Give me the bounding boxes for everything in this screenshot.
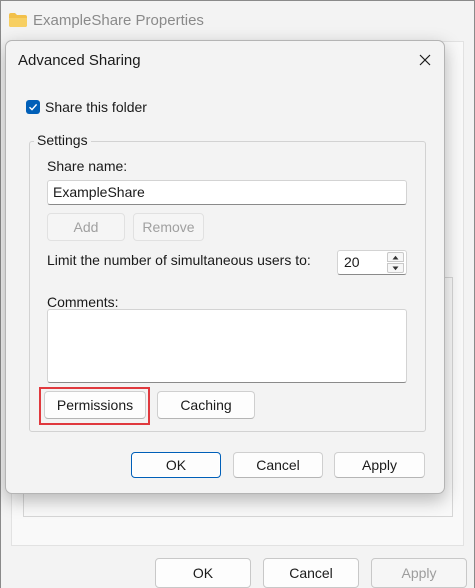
caching-button[interactable]: Caching <box>157 391 255 419</box>
properties-titlebar: ExampleShare Properties <box>1 1 474 41</box>
properties-window-title: ExampleShare Properties <box>33 12 204 29</box>
spin-up-icon[interactable] <box>387 252 404 262</box>
spin-down-icon[interactable] <box>387 263 404 273</box>
user-limit-value[interactable]: 20 <box>344 254 360 270</box>
limit-users-label: Limit the number of simultaneous users t… <box>47 252 311 268</box>
permissions-button[interactable]: Permissions <box>44 391 146 419</box>
cancel-button[interactable]: Cancel <box>233 452 323 478</box>
folder-icon <box>9 13 27 27</box>
share-name-input[interactable]: ExampleShare <box>47 180 407 205</box>
user-limit-stepper[interactable]: 20 <box>337 250 407 275</box>
checkmark-icon <box>26 100 40 114</box>
remove-button: Remove <box>133 213 204 241</box>
add-button: Add <box>47 213 125 241</box>
ok-button[interactable]: OK <box>131 452 221 478</box>
comments-textarea[interactable] <box>47 309 407 383</box>
properties-cancel-button[interactable]: Cancel <box>263 558 359 588</box>
spin-buttons <box>387 252 404 273</box>
properties-apply-button: Apply <box>371 558 467 588</box>
share-name-label: Share name: <box>47 158 128 174</box>
close-icon <box>419 53 431 69</box>
share-folder-checkbox[interactable]: Share this folder <box>26 99 147 115</box>
advanced-sharing-dialog: Advanced Sharing Share this folder Setti… <box>5 40 445 494</box>
settings-legend: Settings <box>34 132 91 148</box>
close-button[interactable] <box>410 47 440 75</box>
properties-ok-button[interactable]: OK <box>155 558 251 588</box>
comments-label: Comments: <box>47 294 119 310</box>
dialog-title: Advanced Sharing <box>18 52 141 69</box>
share-folder-label: Share this folder <box>45 99 147 115</box>
apply-button[interactable]: Apply <box>334 452 425 478</box>
